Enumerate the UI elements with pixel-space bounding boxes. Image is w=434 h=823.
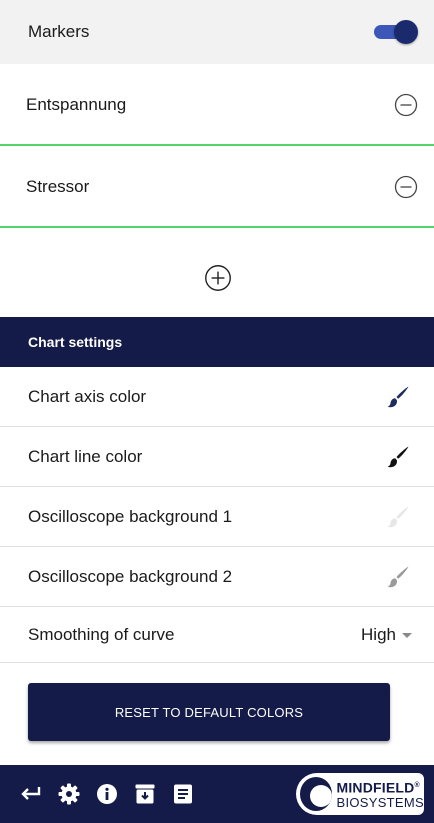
remove-marker-button[interactable]: [392, 91, 420, 119]
paint-brush-icon[interactable]: [386, 505, 410, 529]
chart-axis-color-row[interactable]: Chart axis color: [0, 367, 434, 427]
plus-circle-icon: [205, 265, 231, 291]
paint-brush-icon[interactable]: [386, 385, 410, 409]
archive-icon[interactable]: [132, 781, 158, 807]
chart-settings-title: Chart settings: [28, 334, 123, 350]
logo-line1: MINDFIELD: [336, 779, 415, 796]
markers-label: Markers: [28, 22, 90, 41]
notes-icon[interactable]: [170, 781, 196, 807]
marker-item-stressor: Stressor: [0, 146, 434, 228]
oscilloscope-background-1-row[interactable]: Oscilloscope background 1: [0, 487, 434, 547]
oscilloscope-background-2-row[interactable]: Oscilloscope background 2: [0, 547, 434, 607]
marker-underline: [0, 226, 434, 228]
setting-label: Chart line color: [28, 446, 143, 466]
chart-line-color-row[interactable]: Chart line color: [0, 427, 434, 487]
paint-brush-icon[interactable]: [386, 565, 410, 589]
reset-button-label: RESET TO DEFAULT COLORS: [114, 704, 304, 720]
markers-row: Markers: [0, 0, 434, 64]
markers-toggle[interactable]: [374, 20, 418, 44]
remove-marker-button[interactable]: [392, 173, 420, 201]
smoothing-select[interactable]: High: [361, 625, 412, 645]
registered-mark: ®: [414, 781, 420, 789]
bottom-toolbar: MINDFIELD® BIOSYSTEMS: [0, 765, 434, 823]
logo-text: MINDFIELD® BIOSYSTEMS: [336, 778, 424, 811]
smoothing-value: High: [361, 624, 396, 644]
marker-item-entspannung: Entspannung: [0, 64, 434, 146]
minus-circle-icon: [394, 175, 418, 199]
setting-label: Chart axis color: [28, 386, 147, 406]
marker-label: Entspannung: [26, 95, 127, 114]
gear-icon[interactable]: [56, 781, 82, 807]
chart-settings-header: Chart settings: [0, 317, 434, 367]
smoothing-row: Smoothing of curve High: [0, 607, 434, 663]
setting-label: Smoothing of curve: [28, 624, 175, 644]
marker-label: Stressor: [26, 177, 90, 196]
toggle-thumb: [394, 20, 418, 44]
dropdown-caret-icon: [402, 633, 412, 638]
setting-label: Oscilloscope background 1: [28, 506, 233, 526]
logo-mark-icon: [300, 777, 333, 811]
reset-default-colors-button[interactable]: RESET TO DEFAULT COLORS: [28, 683, 390, 741]
setting-label: Oscilloscope background 2: [28, 566, 233, 586]
add-marker-button[interactable]: [203, 263, 233, 293]
back-arrow-icon[interactable]: [18, 781, 44, 807]
logo-line2: BIOSYSTEMS: [336, 795, 424, 811]
minus-circle-icon: [394, 93, 418, 117]
paint-brush-icon[interactable]: [386, 445, 410, 469]
mindfield-logo: MINDFIELD® BIOSYSTEMS: [296, 773, 424, 815]
info-icon[interactable]: [94, 781, 120, 807]
